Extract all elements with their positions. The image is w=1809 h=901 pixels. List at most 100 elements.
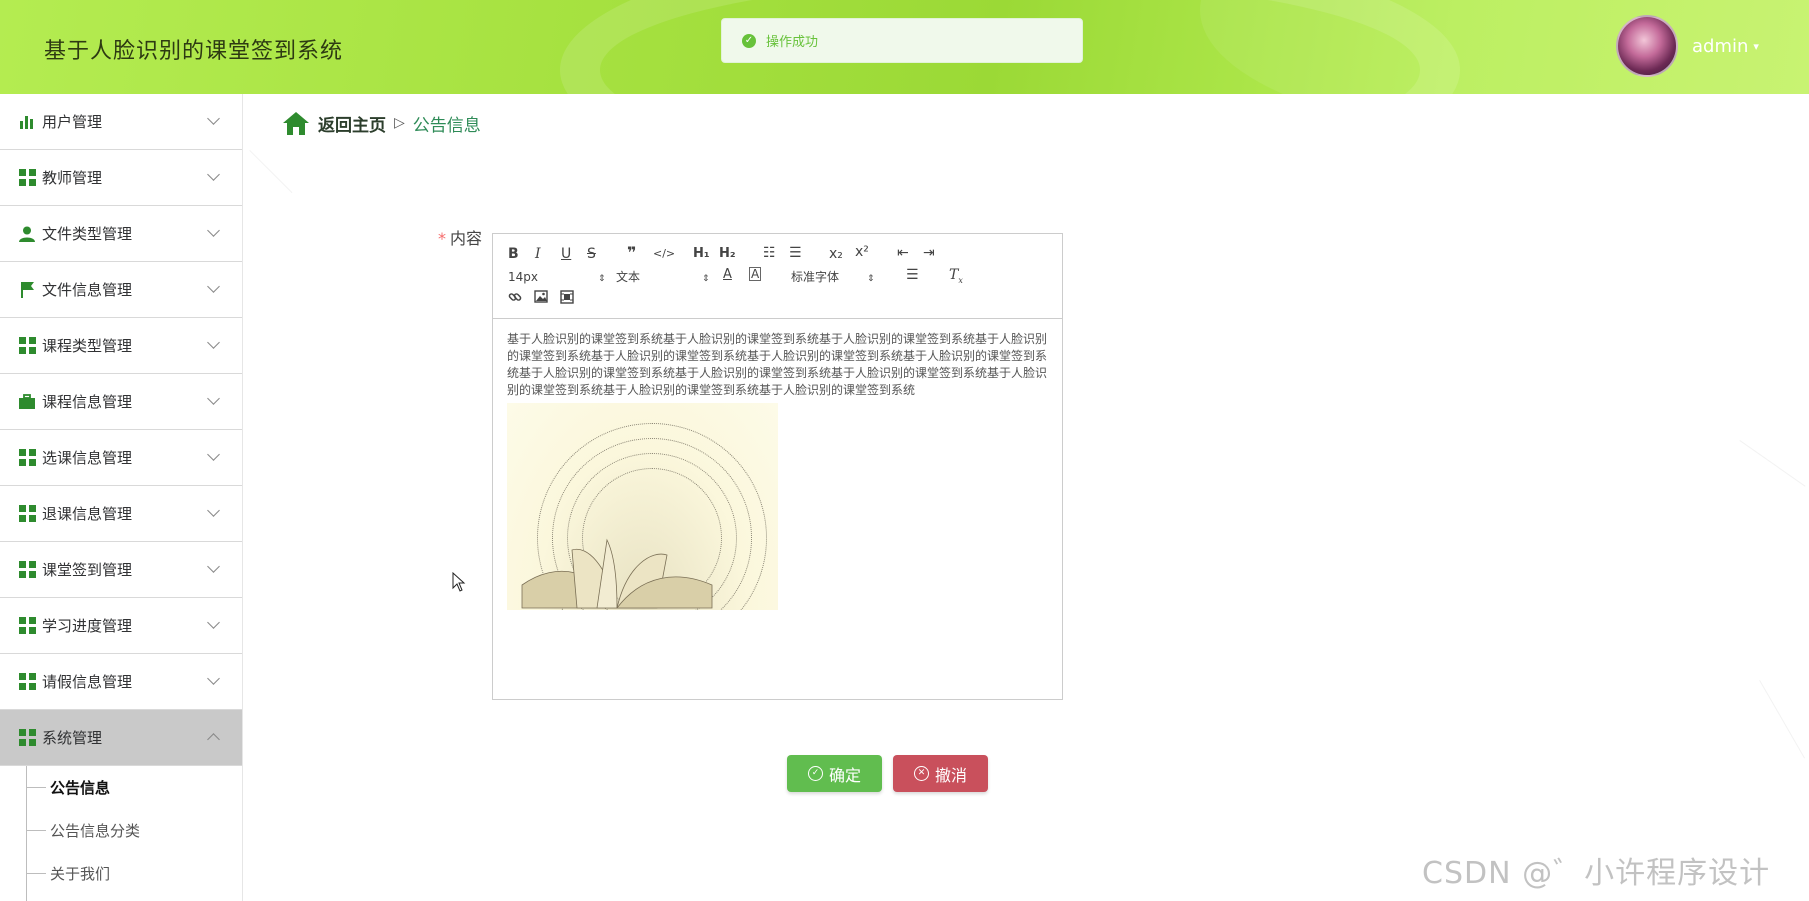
sidebar-item-leave-management[interactable]: 请假信息管理 [0, 654, 242, 710]
sidebar-item-checkin-management[interactable]: 课堂签到管理 [0, 542, 242, 598]
sidebar-item-teacher-management[interactable]: 教师管理 [0, 150, 242, 206]
superscript-button[interactable]: x² [855, 244, 869, 260]
italic-button[interactable]: I [535, 246, 541, 262]
strike-button[interactable]: S [587, 246, 596, 262]
open-book-icon [521, 538, 713, 609]
ordered-list-icon[interactable]: ☷ [763, 245, 776, 261]
submenu-item-label: 关于我们 [50, 865, 111, 883]
sidebar-item-course-drop-management[interactable]: 退课信息管理 [0, 486, 242, 542]
grid-icon [18, 729, 36, 747]
blockquote-button[interactable]: ❞ [627, 245, 636, 261]
tree-branch [26, 873, 46, 874]
submenu-item-announcements[interactable]: 公告信息 [26, 766, 242, 809]
submenu-item-announcement-categories[interactable]: 公告信息分类 [26, 809, 242, 852]
chevron-down-icon [207, 280, 220, 293]
video-icon[interactable] [560, 290, 574, 308]
check-circle-icon: ✓ [807, 766, 823, 781]
header-select-value: 文本 [616, 270, 641, 284]
watermark: CSDN @゛小许程序设计 [1422, 856, 1771, 891]
image-icon[interactable] [534, 290, 548, 307]
chevron-down-icon [207, 560, 220, 573]
editor-content[interactable]: 基于人脸识别的课堂签到系统基于人脸识别的课堂签到系统基于人脸识别的课堂签到系统基… [493, 319, 1062, 622]
username: admin [1692, 36, 1749, 57]
required-mark: * [438, 229, 446, 248]
bold-button[interactable]: B [508, 246, 519, 262]
chevron-down-icon [207, 504, 220, 517]
sidebar-item-system-management[interactable]: 系统管理 [0, 710, 242, 766]
breadcrumb-home-link[interactable]: 返回主页 [318, 111, 386, 136]
sidebar-item-label: 文件类型管理 [42, 225, 133, 243]
link-icon[interactable] [508, 290, 522, 308]
sidebar-item-label: 文件信息管理 [42, 281, 133, 299]
clear-format-icon[interactable]: Tx [949, 267, 963, 289]
heading2-button[interactable]: H₂ [719, 246, 736, 262]
chevron-down-icon: ▾ [1753, 40, 1759, 53]
sidebar-item-label: 请假信息管理 [42, 673, 133, 691]
success-toast: ✓ 操作成功 [721, 18, 1083, 63]
font-size-select[interactable]: 14px ⇕ [508, 269, 606, 287]
grid-icon [18, 561, 36, 579]
subscript-button[interactable]: x₂ [829, 246, 843, 262]
indent-icon[interactable]: ⇥ [923, 245, 935, 261]
avatar[interactable] [1616, 15, 1678, 77]
grid-icon [18, 673, 36, 691]
underline-button[interactable]: U [561, 246, 571, 262]
submenu-item-about-us[interactable]: 关于我们 [26, 852, 242, 895]
editor-body-text: 基于人脸识别的课堂签到系统基于人脸识别的课堂签到系统基于人脸识别的课堂签到系统基… [507, 332, 1048, 397]
bar-chart-icon [18, 113, 36, 131]
briefcase-icon [18, 393, 36, 411]
embedded-book-image [507, 403, 778, 610]
home-icon[interactable] [282, 110, 310, 136]
bullet-list-icon[interactable]: ☰ [789, 245, 802, 261]
sidebar-item-file-info-management[interactable]: 文件信息管理 [0, 262, 242, 318]
heading1-button[interactable]: H₁ [693, 246, 710, 262]
confirm-button[interactable]: ✓ 确定 [787, 755, 882, 792]
flag-icon [18, 281, 36, 299]
sidebar-item-file-type-management[interactable]: 文件类型管理 [0, 206, 242, 262]
sidebar: 用户管理 教师管理 文件类型管理 文件信息管理 课程类型管理 课程信息管理 选课… [0, 94, 243, 901]
rich-text-editor: B I U S ❞ </> H₁ H₂ ☷ ☰ x₂ x² ⇤ ⇥ 14px ⇕ … [492, 233, 1063, 700]
sidebar-item-course-info-management[interactable]: 课程信息管理 [0, 374, 242, 430]
user-menu[interactable]: admin ▾ [1692, 36, 1759, 57]
sidebar-item-label: 选课信息管理 [42, 449, 133, 467]
code-block-button[interactable]: </> [653, 246, 675, 262]
breadcrumb-separator: ▷ [394, 115, 405, 131]
sidebar-item-course-type-management[interactable]: 课程类型管理 [0, 318, 242, 374]
font-family-select[interactable]: 标准字体 ⇕ [791, 269, 875, 287]
breadcrumb-current: 公告信息 [412, 115, 481, 136]
sidebar-item-label: 系统管理 [42, 729, 103, 747]
chevron-down-icon [207, 168, 220, 181]
toast-message: 操作成功 [766, 35, 819, 50]
sidebar-item-progress-management[interactable]: 学习进度管理 [0, 598, 242, 654]
header-select[interactable]: 文本 ⇕ [616, 269, 710, 287]
sidebar-item-user-management[interactable]: 用户管理 [0, 94, 242, 150]
sidebar-item-label: 用户管理 [42, 113, 103, 131]
select-arrows-icon: ⇕ [702, 274, 710, 284]
text-color-button[interactable]: A [723, 267, 732, 283]
close-circle-icon: ✕ [913, 766, 929, 781]
sidebar-item-course-selection-management[interactable]: 选课信息管理 [0, 430, 242, 486]
chevron-down-icon [207, 672, 220, 685]
chevron-down-icon [207, 392, 220, 405]
app-title: 基于人脸识别的课堂签到系统 [44, 39, 344, 64]
grid-icon [18, 617, 36, 635]
submenu-item-label: 公告信息分类 [50, 822, 141, 840]
background-decoration [249, 150, 293, 194]
outdent-icon[interactable]: ⇤ [897, 245, 909, 261]
background-decoration [1739, 440, 1806, 487]
top-header: 基于人脸识别的课堂签到系统 ✓ 操作成功 admin ▾ [0, 0, 1809, 94]
sidebar-item-label: 课堂签到管理 [42, 561, 133, 579]
sidebar-item-label: 课程信息管理 [42, 393, 133, 411]
mouse-cursor-icon [452, 572, 466, 592]
confirm-label: 确定 [828, 765, 861, 785]
tree-branch [26, 830, 46, 831]
select-arrows-icon: ⇕ [598, 274, 606, 284]
check-circle-icon: ✓ [742, 33, 756, 48]
tree-branch [26, 787, 46, 788]
align-icon[interactable]: ☰ [906, 267, 919, 283]
background-color-button[interactable]: A [749, 267, 762, 281]
background-decoration [1759, 680, 1805, 759]
chevron-down-icon [207, 112, 220, 125]
sidebar-item-label: 教师管理 [42, 169, 103, 187]
cancel-button[interactable]: ✕ 撤消 [893, 755, 988, 792]
